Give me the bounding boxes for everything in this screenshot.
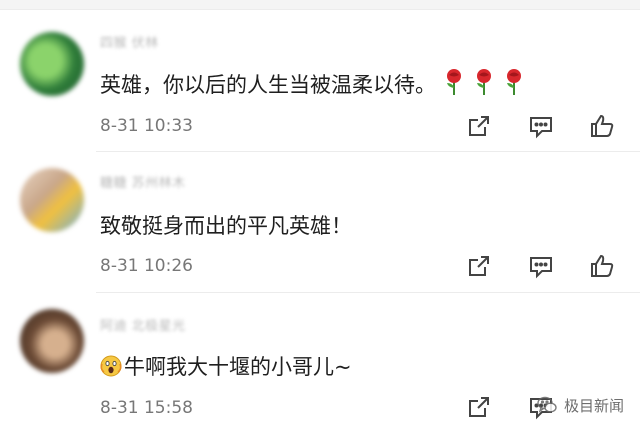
comment-text: 英雄，你以后的人生当被温柔以待。 [100, 68, 526, 99]
top-separator [0, 0, 640, 10]
share-icon [469, 116, 489, 136]
like-icon [591, 114, 614, 137]
avatar[interactable] [20, 309, 84, 373]
avatar[interactable] [20, 32, 84, 96]
like-button[interactable] [588, 112, 616, 140]
reply-button[interactable] [527, 112, 555, 140]
comment-text-content: 牛啊我大十堰的小哥儿~ [124, 355, 352, 379]
share-icon [469, 397, 489, 417]
rose-icon [477, 69, 491, 95]
comment-text: 致敬挺身而出的平凡英雄！ [100, 214, 352, 238]
rose-icon [447, 69, 461, 95]
scream-emoji-icon [100, 355, 122, 377]
comment-text: 牛啊我大十堰的小哥儿~ [100, 351, 352, 381]
wechat-icon [537, 396, 557, 413]
like-icon [591, 254, 614, 277]
comment-time: 8-31 10:26 [100, 256, 193, 276]
reply-button[interactable] [527, 252, 555, 280]
comment-time: 8-31 15:58 [100, 398, 193, 418]
comment-text-content: 英雄，你以后的人生当被温柔以待。 [100, 73, 436, 97]
comment-item: 四猴 伏林 英雄，你以后的人生当被温柔以待。 8-31 10:33 [0, 10, 640, 152]
share-button[interactable] [465, 252, 493, 280]
username[interactable]: 糖糖 苏州林木 [100, 172, 230, 190]
reply-icon [530, 117, 552, 139]
watermark-text: 极目新闻 [563, 396, 624, 415]
share-button[interactable] [465, 393, 493, 421]
comment-item: 糖糖 苏州林木 致敬挺身而出的平凡英雄！ 8-31 10:26 [0, 152, 640, 294]
avatar[interactable] [20, 168, 84, 232]
share-button[interactable] [465, 112, 493, 140]
source-watermark: 极目新闻 [536, 394, 624, 416]
share-icon [469, 256, 489, 276]
username[interactable]: 阿迪 北极星光 [100, 315, 230, 333]
rose-icon [507, 69, 521, 95]
comment-time: 8-31 10:33 [100, 116, 193, 136]
reply-icon [530, 257, 552, 279]
username[interactable]: 四猴 伏林 [100, 32, 230, 50]
like-button[interactable] [588, 252, 616, 280]
